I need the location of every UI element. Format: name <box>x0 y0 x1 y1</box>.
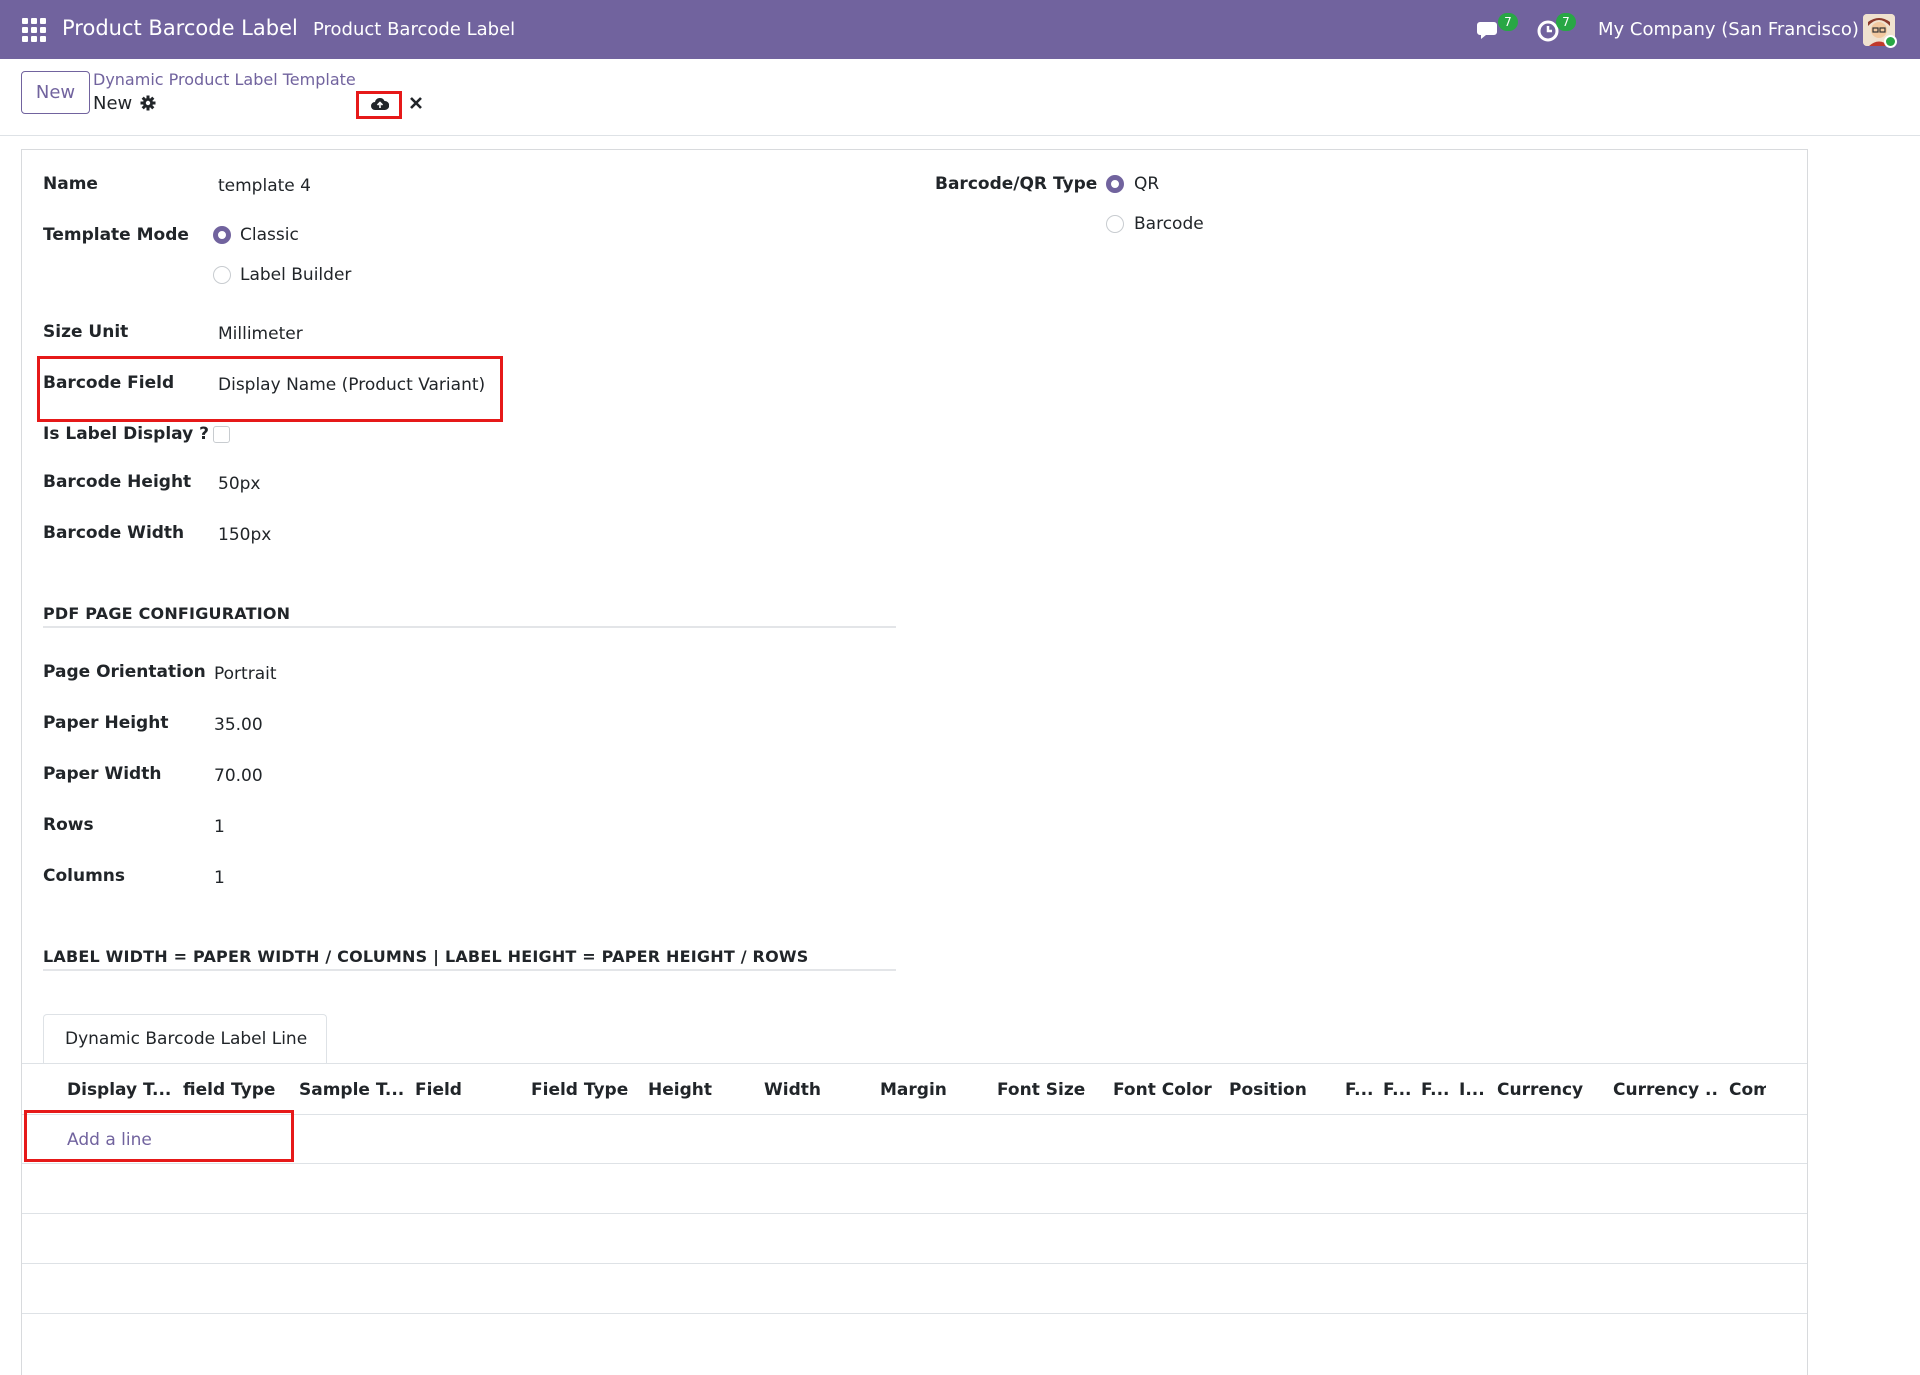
gear-icon[interactable] <box>140 95 156 111</box>
column-header-f1[interactable]: F... <box>1345 1080 1379 1100</box>
size-unit-field[interactable]: Millimeter <box>218 324 303 344</box>
form-sheet: Name template 4 Template Mode Classic La… <box>21 149 1808 1375</box>
user-status-indicator <box>1884 35 1897 48</box>
notebook-tab-divider <box>22 1063 1807 1064</box>
new-button[interactable]: New <box>21 71 90 114</box>
barcode-type-qr-label[interactable]: QR <box>1134 174 1159 194</box>
paper-height-field[interactable]: 35.00 <box>214 715 263 735</box>
barcode-type-label: Barcode/QR Type <box>935 174 1098 194</box>
name-field[interactable]: template 4 <box>218 176 311 196</box>
page-orientation-label: Page Orientation <box>43 662 206 682</box>
is-label-display-checkbox[interactable] <box>213 426 230 443</box>
label-formula-divider <box>43 969 896 971</box>
table-row <box>22 1313 1807 1314</box>
column-header-currency[interactable]: Currency <box>1497 1080 1602 1100</box>
barcode-width-field[interactable]: 150px <box>218 525 271 545</box>
column-header-field[interactable]: Field <box>415 1080 520 1100</box>
paper-width-field[interactable]: 70.00 <box>214 766 263 786</box>
template-mode-label-builder-label[interactable]: Label Builder <box>240 265 351 285</box>
column-header-com[interactable]: Com <box>1729 1080 1766 1100</box>
rows-label: Rows <box>43 815 94 835</box>
menu-item-product-barcode-label[interactable]: Product Barcode Label <box>313 19 515 40</box>
paper-width-label: Paper Width <box>43 764 162 784</box>
template-mode-classic-label[interactable]: Classic <box>240 225 299 245</box>
column-header-font-size[interactable]: Font Size <box>997 1080 1102 1100</box>
label-formula-title: LABEL WIDTH = PAPER WIDTH / COLUMNS | LA… <box>43 947 809 966</box>
column-header-display-type[interactable]: Display T... <box>67 1080 172 1100</box>
column-header-currency-position[interactable]: Currency ... <box>1613 1080 1718 1100</box>
table-row <box>22 1263 1807 1264</box>
messages-badge: 7 <box>1498 13 1518 31</box>
add-a-line-link[interactable]: Add a line <box>67 1130 152 1150</box>
column-header-position[interactable]: Position <box>1229 1080 1334 1100</box>
paper-height-label: Paper Height <box>43 713 169 733</box>
column-header-field-type-1[interactable]: field Type <box>183 1080 288 1100</box>
barcode-field-select[interactable]: Display Name (Product Variant) <box>218 375 485 395</box>
page-orientation-field[interactable]: Portrait <box>214 664 277 684</box>
breadcrumb-current: New <box>93 93 133 114</box>
pdf-page-configuration-title: PDF PAGE CONFIGURATION <box>43 604 291 623</box>
pdf-section-divider <box>43 626 896 628</box>
app-title[interactable]: Product Barcode Label <box>62 16 298 40</box>
company-switcher[interactable]: My Company (San Francisco) <box>1598 19 1859 40</box>
rows-field[interactable]: 1 <box>214 817 225 837</box>
barcode-type-qr-radio[interactable] <box>1106 175 1124 193</box>
barcode-width-label: Barcode Width <box>43 523 185 543</box>
top-navbar: Product Barcode Label Product Barcode La… <box>0 0 1920 59</box>
barcode-type-barcode-label[interactable]: Barcode <box>1134 214 1204 234</box>
column-header-font-color[interactable]: Font Color <box>1113 1080 1218 1100</box>
column-header-f3[interactable]: F... <box>1421 1080 1455 1100</box>
discard-close-icon[interactable] <box>409 96 423 110</box>
cloud-upload-save-icon[interactable] <box>371 96 389 112</box>
barcode-height-field[interactable]: 50px <box>218 474 260 494</box>
barcode-height-label: Barcode Height <box>43 472 192 492</box>
table-row <box>22 1163 1807 1164</box>
add-line-highlight-box <box>24 1110 294 1162</box>
is-label-display-label: Is Label Display ? <box>43 424 209 444</box>
column-header-sample-text[interactable]: Sample T... <box>299 1080 404 1100</box>
column-header-f2[interactable]: F... <box>1383 1080 1417 1100</box>
columns-label: Columns <box>43 866 126 886</box>
size-unit-label: Size Unit <box>43 322 129 342</box>
column-header-field-type-2[interactable]: Field Type <box>531 1080 636 1100</box>
control-panel: New Dynamic Product Label Template New <box>0 59 1920 136</box>
app-menu-icon[interactable] <box>22 18 46 42</box>
activities-badge: 7 <box>1556 13 1576 31</box>
tab-dynamic-barcode-label-line[interactable]: Dynamic Barcode Label Line <box>43 1014 327 1064</box>
template-mode-classic-radio[interactable] <box>213 226 231 244</box>
table-row <box>22 1213 1807 1214</box>
columns-field[interactable]: 1 <box>214 868 225 888</box>
column-header-width[interactable]: Width <box>764 1080 869 1100</box>
barcode-type-barcode-radio[interactable] <box>1106 215 1124 233</box>
name-label: Name <box>43 174 98 194</box>
barcode-field-label: Barcode Field <box>43 373 175 393</box>
column-header-height[interactable]: Height <box>648 1080 753 1100</box>
column-header-margin[interactable]: Margin <box>880 1080 985 1100</box>
template-mode-label: Template Mode <box>43 225 189 245</box>
breadcrumb-parent[interactable]: Dynamic Product Label Template <box>93 70 356 89</box>
template-mode-label-builder-radio[interactable] <box>213 266 231 284</box>
column-header-i[interactable]: I... <box>1459 1080 1485 1100</box>
